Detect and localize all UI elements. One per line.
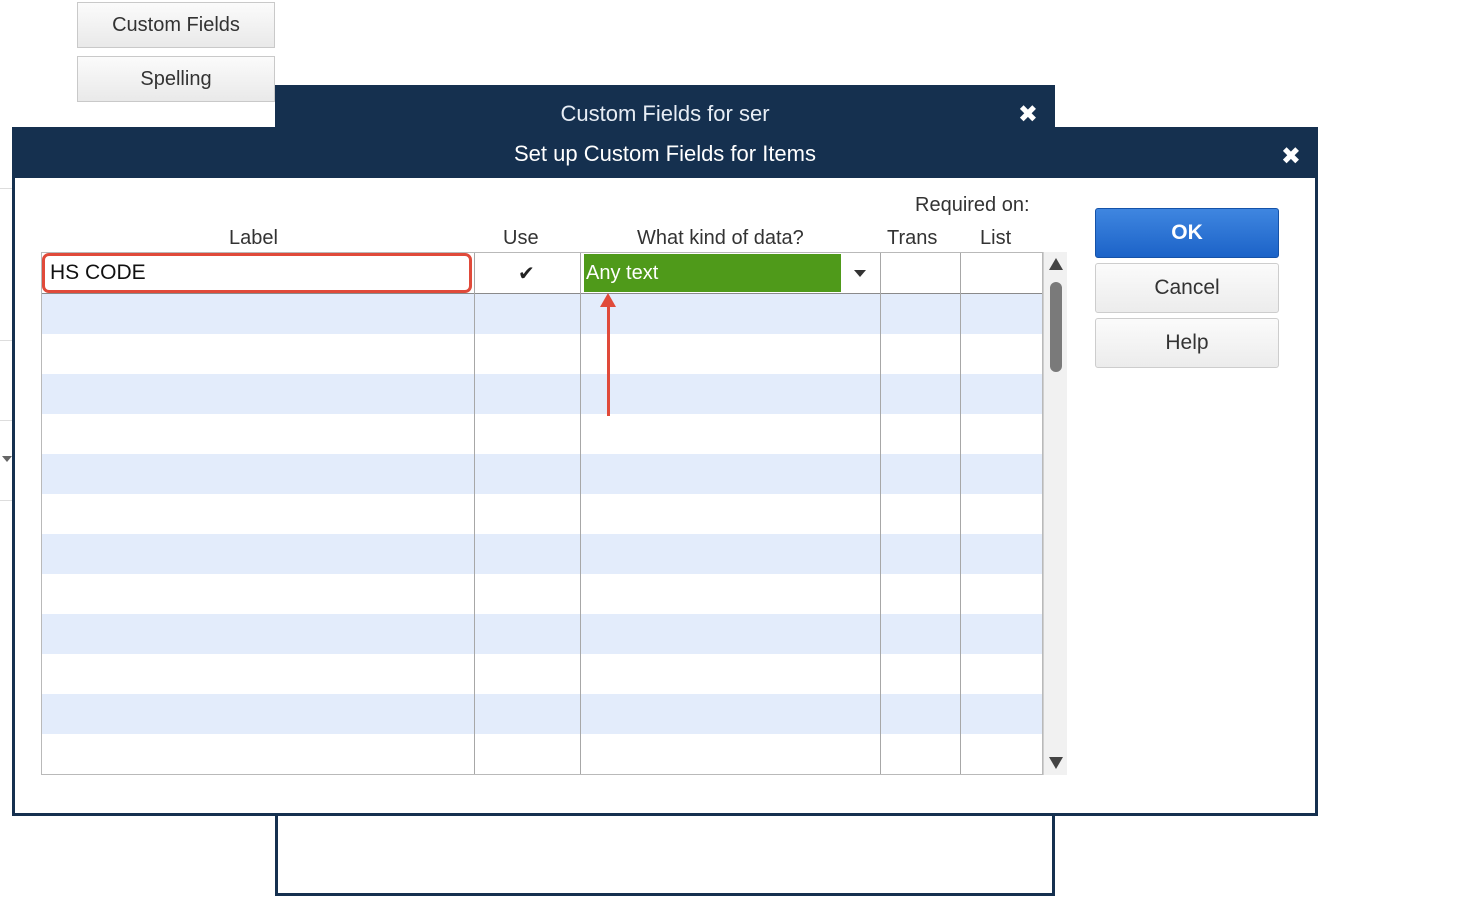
table-row[interactable] [42,334,1042,374]
scroll-down-arrow-icon[interactable] [1049,757,1063,769]
column-divider [474,253,475,774]
table-row[interactable] [42,694,1042,734]
annotation-arrow [607,306,610,416]
required-on-header: Required on: [915,194,1030,216]
underlying-divider [0,420,12,421]
table-scrollbar[interactable] [1043,252,1067,775]
dialog-title: Set up Custom Fields for Items [514,141,816,166]
column-divider [580,253,581,774]
table-row[interactable] [42,294,1042,334]
chevron-down-icon [854,269,866,277]
table-row[interactable] [42,534,1042,574]
close-icon[interactable]: ✖ [1018,100,1038,129]
table-row[interactable]: HS CODE ✔ Any text [42,253,1042,294]
cancel-button[interactable]: Cancel [1095,263,1279,313]
underlying-divider [0,500,12,501]
scroll-up-arrow-icon[interactable] [1049,258,1063,270]
column-divider [960,253,961,774]
custom-fields-table: HS CODE ✔ Any text [41,252,1043,775]
underlying-divider [0,340,12,341]
trans-column-header: Trans [887,227,938,249]
data-kind-dropdown-button[interactable] [841,254,879,292]
setup-custom-fields-dialog: Set up Custom Fields for Items ✖ Label U… [12,127,1318,816]
table-row[interactable] [42,654,1042,694]
dialog-title-bar: Set up Custom Fields for Items [15,130,1315,178]
column-divider [880,253,881,774]
data-kind-select[interactable]: Any text [584,254,841,292]
kind-column-header: What kind of data? [637,227,804,249]
table-row[interactable] [42,574,1042,614]
scrollbar-thumb[interactable] [1050,282,1062,372]
table-row[interactable] [42,414,1042,454]
table-row[interactable] [42,494,1042,534]
use-checkmark-icon[interactable]: ✔ [518,261,535,286]
label-field-input[interactable]: HS CODE [42,253,472,293]
table-row[interactable] [42,454,1042,494]
underlying-dropdown-arrow-icon [2,456,12,462]
ok-button[interactable]: OK [1095,208,1279,258]
table-row[interactable] [42,374,1042,414]
custom-fields-button[interactable]: Custom Fields [77,2,275,48]
table-row[interactable] [42,614,1042,654]
label-column-header: Label [229,227,278,249]
custom-fields-dialog-title: Custom Fields for ser [560,101,770,126]
underlying-divider [0,188,12,189]
use-column-header: Use [503,227,539,249]
annotation-arrow-head-icon [600,293,616,307]
table-row[interactable] [42,734,1042,774]
data-kind-value: Any text [586,261,659,284]
list-column-header: List [980,227,1012,249]
spelling-button[interactable]: Spelling [77,56,275,102]
screen: Custom Fields Spelling Custom Fields for… [0,0,1465,905]
help-button[interactable]: Help [1095,318,1279,368]
close-icon[interactable]: ✖ [1281,142,1301,171]
